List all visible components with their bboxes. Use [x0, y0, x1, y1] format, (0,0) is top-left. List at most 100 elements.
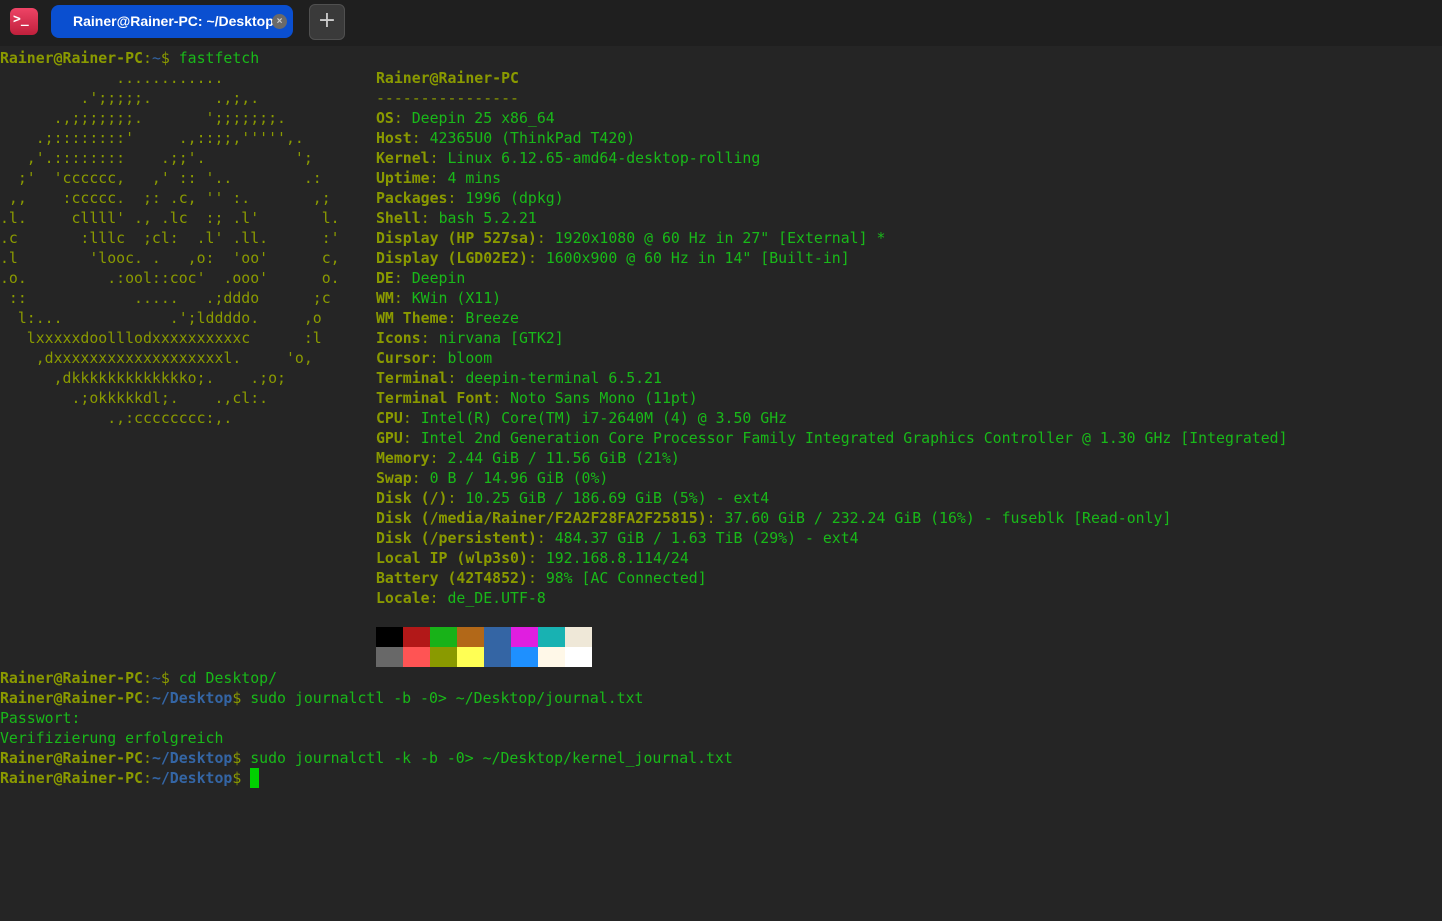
prompt-user: Rainer@Rainer-PC [0, 49, 143, 67]
ascii-art-line: ;' 'cccccc, ,' :: '.. .: [0, 169, 322, 187]
info-key: Terminal [376, 369, 448, 387]
info-key: Swap [376, 469, 412, 487]
info-key-separator: : [420, 329, 439, 347]
info-value: 0 B / 14.96 GiB (0%) [429, 469, 609, 487]
info-row: Display (HP 527sa): 1920x1080 @ 60 Hz in… [376, 228, 1288, 248]
prompt-colon: : [143, 749, 152, 767]
info-value: Deepin 25 x86_64 [411, 109, 555, 127]
info-key-separator: : [429, 149, 448, 167]
ascii-art-line: .;okkkkkdl;. .,cl:. [0, 389, 269, 407]
output-text: Verifizierung erfolgreich [0, 729, 224, 747]
info-value: 192.168.8.114/24 [545, 549, 689, 567]
tab-title: Rainer@Rainer-PC: ~/Desktop [73, 13, 274, 29]
info-key: Disk (/media/Rainer/F2A2F28FA2F25815) [376, 509, 707, 527]
prompt-path: ~/Desktop [151, 769, 233, 787]
palette-swatch [538, 647, 565, 667]
info-row: Disk (/): 10.25 GiB / 186.69 GiB (5%) - … [376, 488, 1288, 508]
info-key: DE [376, 269, 394, 287]
info-key: Icons [376, 329, 421, 347]
palette-swatch [376, 647, 403, 667]
terminal-line: Verifizierung erfolgreich [0, 728, 733, 748]
info-key-separator: : [492, 389, 511, 407]
deepin-ascii-logo: ............ .';;;;;. .,;,. .,;;;;;;;. '… [0, 68, 340, 428]
text-cursor[interactable] [250, 768, 260, 788]
info-key: Memory [376, 449, 430, 467]
info-key-separator: : [447, 309, 466, 327]
info-value: 484.37 GiB / 1.63 TiB (29%) - ext4 [554, 529, 859, 547]
terminal-app-icon[interactable]: >_ [10, 8, 38, 35]
info-key: Cursor [376, 349, 430, 367]
prompt-user: Rainer@Rainer-PC [0, 769, 143, 787]
info-key-separator: : [447, 489, 466, 507]
palette-swatch [565, 627, 592, 647]
info-key: Disk (/) [376, 489, 448, 507]
info-row: GPU: Intel 2nd Generation Core Processor… [376, 428, 1288, 448]
ascii-art-line: lxxxxxdoolllodxxxxxxxxxxc :l [0, 329, 322, 347]
info-key-separator: : [411, 129, 430, 147]
prompt-line: Rainer@Rainer-PC:~$ fastfetch [0, 48, 259, 68]
ascii-art-line: ,dkkkkkkkkkkkkko;. .;o; [0, 369, 286, 387]
info-row: Terminal Font: Noto Sans Mono (11pt) [376, 388, 1288, 408]
prompt-user: Rainer@Rainer-PC [0, 749, 143, 767]
info-value: bloom [447, 349, 493, 367]
info-key: Host [376, 129, 412, 147]
info-value: Deepin [411, 269, 466, 287]
info-value: 1996 (dpkg) [465, 189, 564, 207]
info-key: OS [376, 109, 394, 127]
prompt-dollar: $ [160, 49, 179, 67]
info-key-separator: : [447, 369, 466, 387]
ascii-art-line: .;::::::::' .,::;;,''''',. [0, 129, 304, 147]
tab-desktop[interactable]: Rainer@Rainer-PC: ~/Desktop × [51, 5, 293, 38]
ascii-art-line: .l 'looc. . ,o: 'oo' c, [0, 249, 340, 267]
info-separator: ---------------- [376, 89, 519, 107]
info-key-separator: : [402, 429, 421, 447]
info-value: de_DE.UTF-8 [447, 589, 546, 607]
info-key: Locale [376, 589, 430, 607]
info-key-separator: : [706, 509, 725, 527]
info-key-separator: : [429, 589, 448, 607]
info-row: Display (LGD02E2): 1600x900 @ 60 Hz in 1… [376, 248, 1288, 268]
close-tab-icon[interactable]: × [272, 14, 287, 29]
info-key-separator: : [429, 349, 448, 367]
info-key-separator: : [527, 249, 546, 267]
palette-swatch [538, 627, 565, 647]
prompt-colon: : [143, 769, 152, 787]
info-row: Swap: 0 B / 14.96 GiB (0%) [376, 468, 1288, 488]
info-key: Packages [376, 189, 448, 207]
info-row: Memory: 2.44 GiB / 11.56 GiB (21%) [376, 448, 1288, 468]
palette-swatch [565, 647, 592, 667]
palette-swatch [457, 627, 484, 647]
info-key: Display (HP 527sa) [376, 229, 537, 247]
new-tab-button[interactable]: + [309, 4, 345, 40]
info-value: KWin (X11) [411, 289, 502, 307]
info-key-separator: : [527, 549, 546, 567]
info-row: Terminal: deepin-terminal 6.5.21 [376, 368, 1288, 388]
info-row: Icons: nirvana [GTK2] [376, 328, 1288, 348]
command-text: cd Desktop/ [178, 669, 278, 687]
prompt-dollar: $ [232, 769, 251, 787]
info-key-separator: : [402, 409, 421, 427]
info-row: WM: KWin (X11) [376, 288, 1288, 308]
terminal-line: Passwort: [0, 708, 733, 728]
info-key: WM Theme [376, 309, 448, 327]
info-row: Disk (/persistent): 484.37 GiB / 1.63 Ti… [376, 528, 1288, 548]
palette-swatch [484, 647, 511, 667]
info-value: 4 mins [447, 169, 502, 187]
info-row: Uptime: 4 mins [376, 168, 1288, 188]
command-history: Rainer@Rainer-PC:~$ cd Desktop/Rainer@Ra… [0, 668, 733, 788]
palette-swatch [430, 627, 457, 647]
info-value: 37.60 GiB / 232.24 GiB (16%) - fuseblk [… [724, 509, 1172, 527]
info-value: 10.25 GiB / 186.69 GiB (5%) - ext4 [465, 489, 770, 507]
info-row: Battery (42T4852): 98% [AC Connected] [376, 568, 1288, 588]
ascii-art-line: .o. .:ool::coc' .ooo' o. [0, 269, 340, 287]
prompt-dollar: $ [160, 669, 179, 687]
ascii-art-line: ,dxxxxxxxxxxxxxxxxxxxl. 'o, [0, 349, 313, 367]
info-value: Intel 2nd Generation Core Processor Fami… [420, 429, 1288, 447]
prompt-path: ~/Desktop [151, 749, 233, 767]
palette-swatch [403, 627, 430, 647]
info-key: Shell [376, 209, 421, 227]
ascii-art-line: .,;;;;;;;. ';;;;;;;. [0, 109, 286, 127]
ascii-art-line: .l. cllll' ., .lc :; .l' l. [0, 209, 340, 227]
info-key: Disk (/persistent) [376, 529, 537, 547]
info-key-separator: : [429, 449, 448, 467]
